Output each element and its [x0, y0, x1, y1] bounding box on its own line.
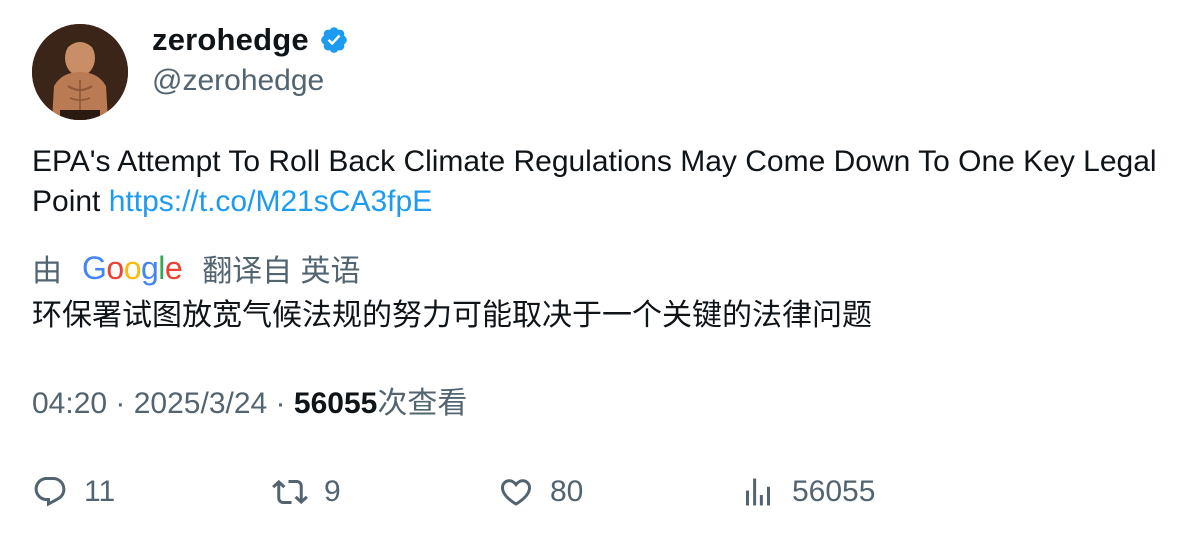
verified-badge-icon — [319, 25, 349, 55]
views-total: 56055 — [792, 475, 876, 508]
reply-button[interactable]: 11 — [32, 470, 115, 514]
translation-attribution: 由 Google 翻译自 英语 — [32, 246, 361, 290]
meta-separator: · — [107, 387, 134, 420]
views-button[interactable]: 56055 — [740, 470, 875, 514]
reply-icon — [32, 474, 68, 510]
display-name[interactable]: zerohedge — [152, 22, 309, 58]
meta-separator: · — [267, 387, 294, 420]
views-count: 56055 — [293, 387, 378, 420]
like-button[interactable]: 80 — [498, 470, 583, 514]
tweet-link[interactable]: https://t.co/M21sCA3fpE — [109, 185, 432, 218]
retweet-button[interactable]: 9 — [272, 470, 341, 514]
avatar[interactable] — [32, 24, 128, 120]
translated-text: 环保署试图放宽气候法规的努力可能取决于一个关键的法律问题 — [32, 299, 872, 332]
tweet-meta: 04:20 · 2025/3/24 · 56055次查看 — [32, 384, 467, 424]
views-label: 次查看 — [377, 387, 468, 420]
heart-icon — [498, 474, 534, 510]
avatar-image — [32, 24, 128, 120]
author-name-row: zerohedge — [152, 22, 349, 58]
tweet-date[interactable]: 2025/3/24 — [134, 387, 267, 420]
tweet-time[interactable]: 04:20 — [32, 387, 107, 420]
author-handle[interactable]: @zerohedge — [152, 64, 324, 98]
translation-prefix: 由 — [32, 255, 62, 288]
reply-count: 11 — [84, 475, 116, 508]
analytics-icon — [740, 474, 776, 510]
retweet-icon — [272, 474, 308, 510]
action-bar: 11 9 80 56055 — [0, 470, 1196, 514]
google-logo: Google — [82, 249, 183, 286]
retweet-count: 9 — [324, 475, 341, 508]
like-count: 80 — [550, 475, 584, 508]
tweet-text: EPA's Attempt To Roll Back Climate Regul… — [32, 142, 1172, 222]
translation-suffix[interactable]: 翻译自 英语 — [202, 246, 360, 290]
